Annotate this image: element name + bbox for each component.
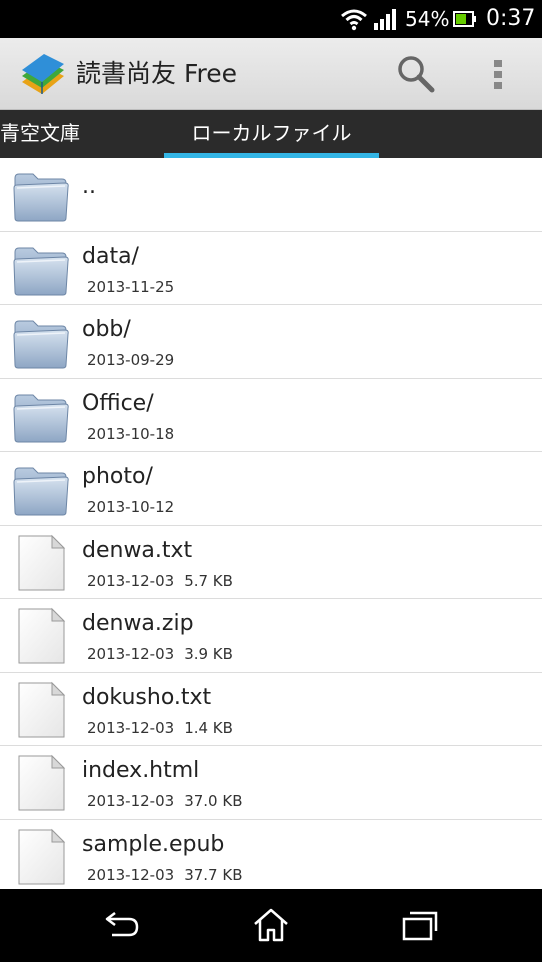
folder-icon (12, 460, 70, 518)
file-icon (12, 534, 70, 592)
file-size: 37.0 KB (184, 792, 243, 810)
file-size: 3.9 KB (184, 645, 233, 663)
file-name: data/ (82, 243, 139, 269)
wifi-icon (341, 9, 367, 31)
navigation-bar (0, 889, 542, 962)
battery-percent: 54% (405, 7, 450, 31)
file-meta: 2013-09-29 (87, 350, 174, 370)
clock: 0:37 (486, 6, 536, 31)
file-row[interactable]: dokusho.txt 2013-12-03 1.4 KB (0, 673, 542, 746)
search-icon[interactable] (394, 52, 438, 96)
app-title: 読書尚友 Free (76, 59, 237, 88)
tab-bar: 青空文庫 ローカルファイル (0, 110, 542, 158)
battery-icon (453, 11, 476, 27)
file-date: 2013-10-12 (87, 498, 175, 516)
file-meta: 2013-12-03 1.4 KB (87, 718, 233, 738)
file-date: 2013-12-03 (87, 792, 175, 810)
tab-label: ローカルファイル (191, 121, 352, 145)
file-name: obb/ (82, 317, 131, 342)
tab-aozora-bunko[interactable]: 青空文庫 (0, 110, 80, 158)
file-date: 2013-10-18 (87, 424, 175, 443)
action-bar: 読書尚友 Free (0, 38, 542, 110)
file-meta: 2013-12-03 3.9 KB (87, 644, 233, 664)
overflow-menu-icon[interactable] (484, 52, 512, 96)
file-name: dokusho.txt (82, 684, 212, 710)
file-name: photo/ (82, 464, 153, 489)
folder-row[interactable]: photo/2013-10-12 (0, 452, 542, 526)
folder-row[interactable]: .. (0, 158, 542, 232)
file-row[interactable]: denwa.zip 2013-12-03 3.9 KB (0, 599, 542, 673)
file-meta: 2013-12-03 37.7 KB (87, 865, 242, 885)
file-date: 2013-12-03 (87, 865, 175, 884)
file-name: denwa.zip (82, 611, 194, 636)
file-meta: 2013-10-18 (87, 424, 174, 444)
back-icon[interactable] (102, 907, 142, 943)
file-row[interactable]: index.html 2013-12-03 37.0 KB (0, 746, 542, 820)
signal-icon (374, 9, 396, 30)
file-name: .. (82, 174, 96, 199)
file-name: index.html (82, 758, 200, 783)
file-date: 2013-12-03 (87, 645, 175, 663)
file-row[interactable]: denwa.txt 2013-12-03 5.7 KB (0, 526, 542, 599)
folder-icon (12, 240, 70, 298)
folder-icon (12, 166, 70, 224)
file-meta: 2013-12-03 5.7 KB (87, 571, 233, 591)
file-meta: 2013-10-12 (87, 497, 174, 517)
folder-icon (12, 313, 70, 371)
home-icon[interactable] (251, 907, 291, 943)
file-date: 2013-09-29 (87, 351, 175, 369)
file-meta: 2013-12-03 37.0 KB (87, 791, 242, 811)
file-icon (12, 607, 70, 665)
file-icon (12, 754, 70, 812)
file-size: 1.4 KB (184, 718, 233, 737)
file-date: 2013-11-25 (87, 277, 175, 296)
tab-local-files[interactable]: ローカルファイル (164, 110, 379, 158)
file-size: 37.7 KB (184, 865, 243, 884)
file-meta: 2013-11-25 (87, 277, 174, 297)
status-bar: 54% 0:37 (0, 0, 542, 38)
file-icon (12, 828, 70, 886)
file-name: denwa.txt (82, 537, 193, 563)
folder-row[interactable]: data/2013-11-25 (0, 232, 542, 305)
recent-apps-icon[interactable] (400, 907, 440, 943)
file-list: .. data/2013-11-25 obb/2013-09-29 Office/20… (0, 158, 542, 889)
tab-label: 青空文庫 (0, 121, 80, 145)
file-row[interactable]: sample.epub 2013-12-03 37.7 KB (0, 820, 542, 890)
file-size: 5.7 KB (184, 571, 233, 590)
file-icon (12, 681, 70, 739)
file-name: sample.epub (82, 831, 225, 857)
app-book-icon[interactable] (20, 52, 66, 98)
file-date: 2013-12-03 (87, 718, 175, 737)
file-name: Office/ (82, 390, 154, 416)
folder-row[interactable]: obb/2013-09-29 (0, 305, 542, 379)
folder-icon (12, 387, 70, 445)
file-date: 2013-12-03 (87, 571, 175, 590)
folder-row[interactable]: Office/2013-10-18 (0, 379, 542, 452)
